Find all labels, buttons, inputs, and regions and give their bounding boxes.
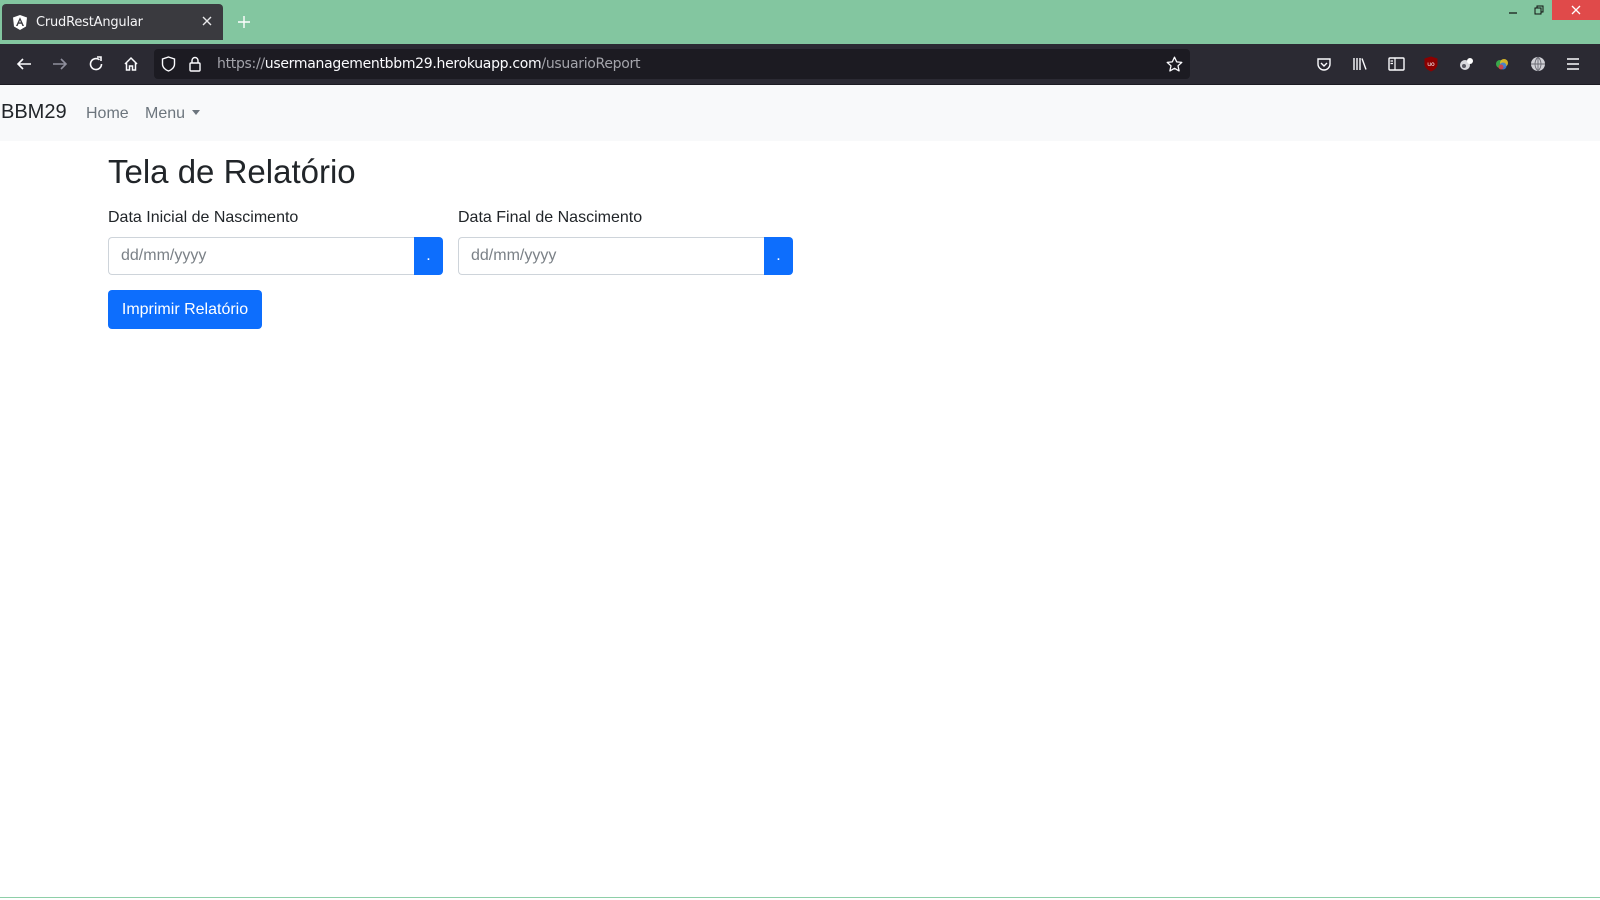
reload-icon[interactable] — [86, 54, 106, 74]
end-date-picker-button[interactable]: . — [764, 237, 793, 275]
restore-icon[interactable] — [1526, 0, 1552, 20]
pocket-icon[interactable] — [1314, 54, 1334, 74]
globe-icon[interactable] — [1528, 54, 1548, 74]
window-close-icon[interactable] — [1552, 0, 1600, 20]
bookmark-star-icon[interactable] — [1164, 54, 1184, 74]
start-date-input[interactable] — [108, 237, 414, 275]
angular-icon — [12, 14, 28, 30]
close-tab-icon[interactable] — [199, 13, 215, 29]
library-icon[interactable] — [1350, 54, 1370, 74]
nav-link-home[interactable]: Home — [86, 105, 129, 123]
start-date-picker-button[interactable]: . — [414, 237, 443, 275]
lock-icon[interactable] — [185, 54, 205, 74]
nav-dropdown-menu-label: Menu — [145, 105, 186, 122]
extension-puzzle-icon[interactable] — [1457, 54, 1477, 74]
url-host: usermanagementbbm29.herokuapp.com — [264, 56, 542, 72]
url-scheme: https:// — [217, 56, 265, 72]
color-extension-icon[interactable] — [1492, 54, 1512, 74]
window-controls — [1500, 0, 1600, 20]
print-report-button[interactable]: Imprimir Relatório — [108, 290, 262, 329]
new-tab-icon[interactable] — [236, 14, 252, 30]
minimize-icon[interactable] — [1500, 0, 1526, 20]
shield-icon[interactable] — [158, 54, 178, 74]
svg-text:uo: uo — [1427, 61, 1435, 68]
url-path: /usuarioReport — [541, 56, 641, 72]
app-navbar: BBM29 Home Menu — [0, 85, 1600, 141]
tab-title: CrudRestAngular — [36, 14, 143, 30]
caret-down-icon — [192, 110, 201, 115]
sidebar-icon[interactable] — [1386, 54, 1406, 74]
page-title: Tela de Relatório — [108, 153, 356, 190]
end-date-group: . — [458, 237, 793, 275]
browser-toolbar: https://usermanagementbbm29.herokuapp.co… — [0, 44, 1600, 85]
end-date-label: Data Final de Nascimento — [458, 209, 643, 226]
url-text[interactable]: https://usermanagementbbm29.herokuapp.co… — [217, 56, 640, 72]
start-date-group: . — [108, 237, 443, 275]
browser-titlebar: CrudRestAngular — [0, 0, 1600, 44]
home-icon[interactable] — [121, 54, 141, 74]
nav-dropdown-menu[interactable]: Menu — [145, 105, 201, 123]
end-date-input[interactable] — [458, 237, 764, 275]
back-arrow-icon[interactable] — [14, 54, 34, 74]
browser-tab[interactable]: CrudRestAngular — [2, 4, 223, 40]
bottom-divider — [0, 897, 1600, 898]
ublock-icon[interactable]: uo — [1421, 54, 1441, 74]
start-date-label: Data Inicial de Nascimento — [108, 209, 299, 226]
url-bar[interactable]: https://usermanagementbbm29.herokuapp.co… — [154, 49, 1190, 79]
navbar-brand[interactable]: BBM29 — [1, 101, 67, 124]
hamburger-menu-icon[interactable] — [1563, 54, 1583, 74]
forward-arrow-icon[interactable] — [50, 54, 70, 74]
